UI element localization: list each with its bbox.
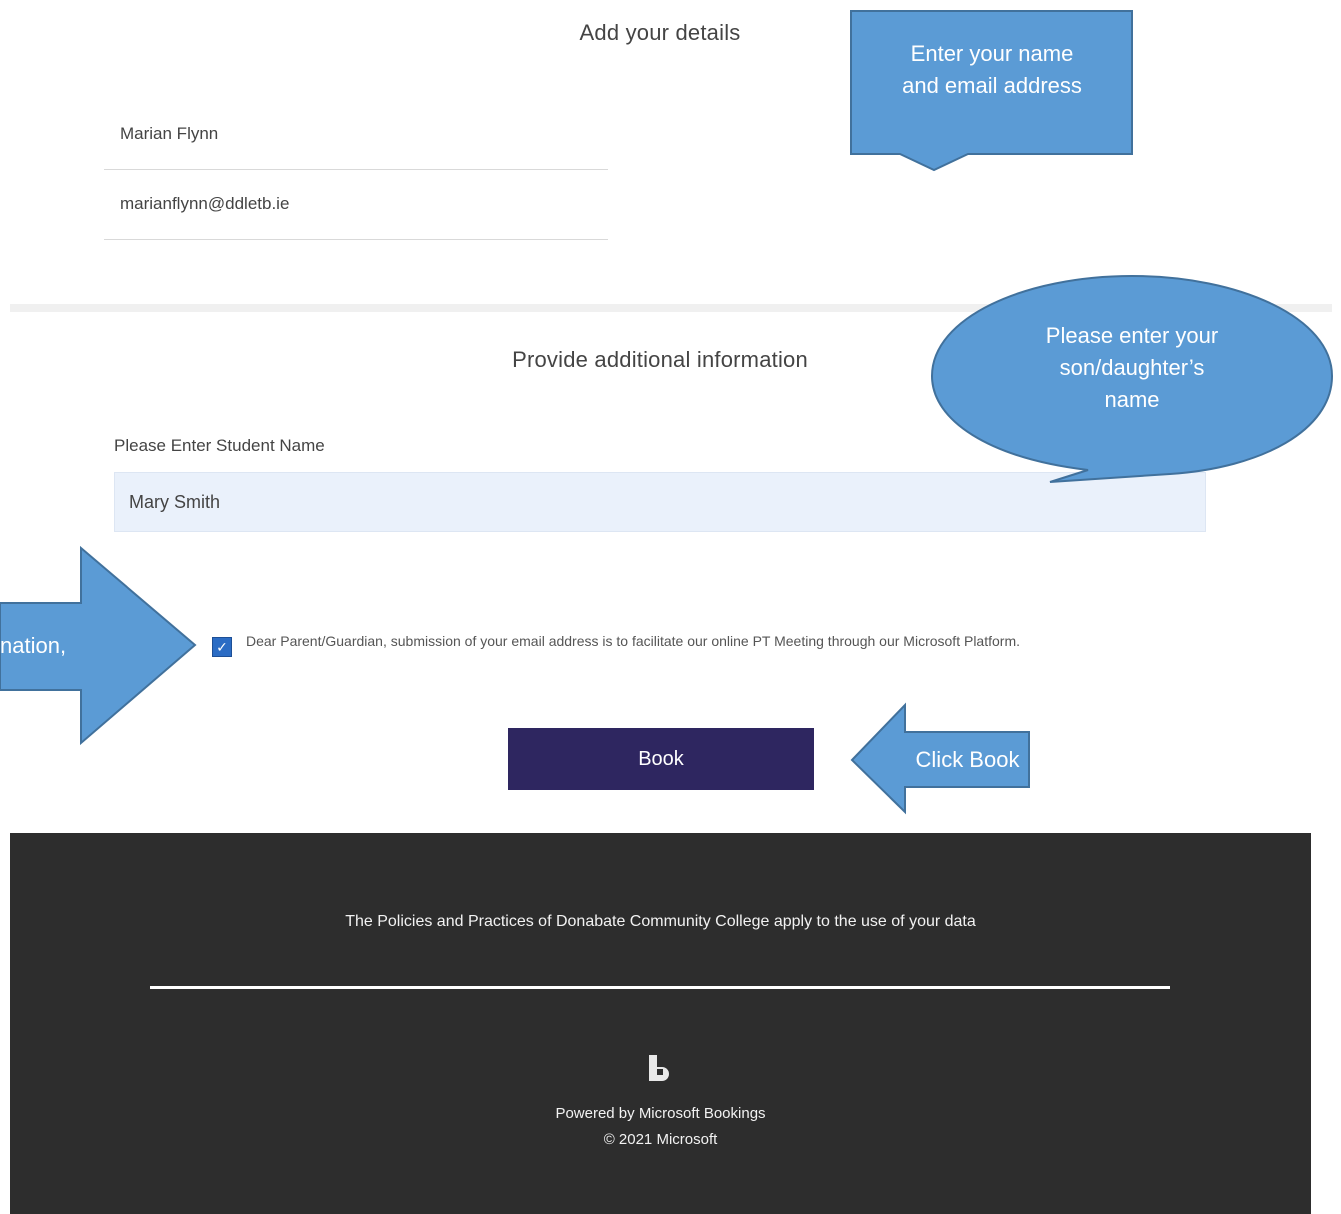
callout-student-line1: Please enter your (1045, 323, 1219, 348)
callout-student-line2: son/daughter’s (1059, 355, 1205, 380)
callout-student-line3: name (1104, 387, 1160, 412)
callout-email-line1: Enter your name (910, 41, 1074, 66)
callout-email-text: Enter your name and email address (852, 38, 1132, 102)
callout-book-label: Click Book (915, 747, 1020, 772)
booking-page: Add your details Marian Flynn marianflyn… (0, 0, 1341, 1214)
callout-left-arrow-text: nation, (0, 630, 80, 662)
callout-email-line2: and email address (902, 73, 1082, 98)
callout-left-arrow-label: nation, (0, 633, 67, 658)
callout-book-text: Click Book (900, 744, 1035, 776)
callout-student-text: Please enter your son/daughter’s name (1002, 320, 1262, 416)
callouts-layer (0, 10, 1334, 815)
